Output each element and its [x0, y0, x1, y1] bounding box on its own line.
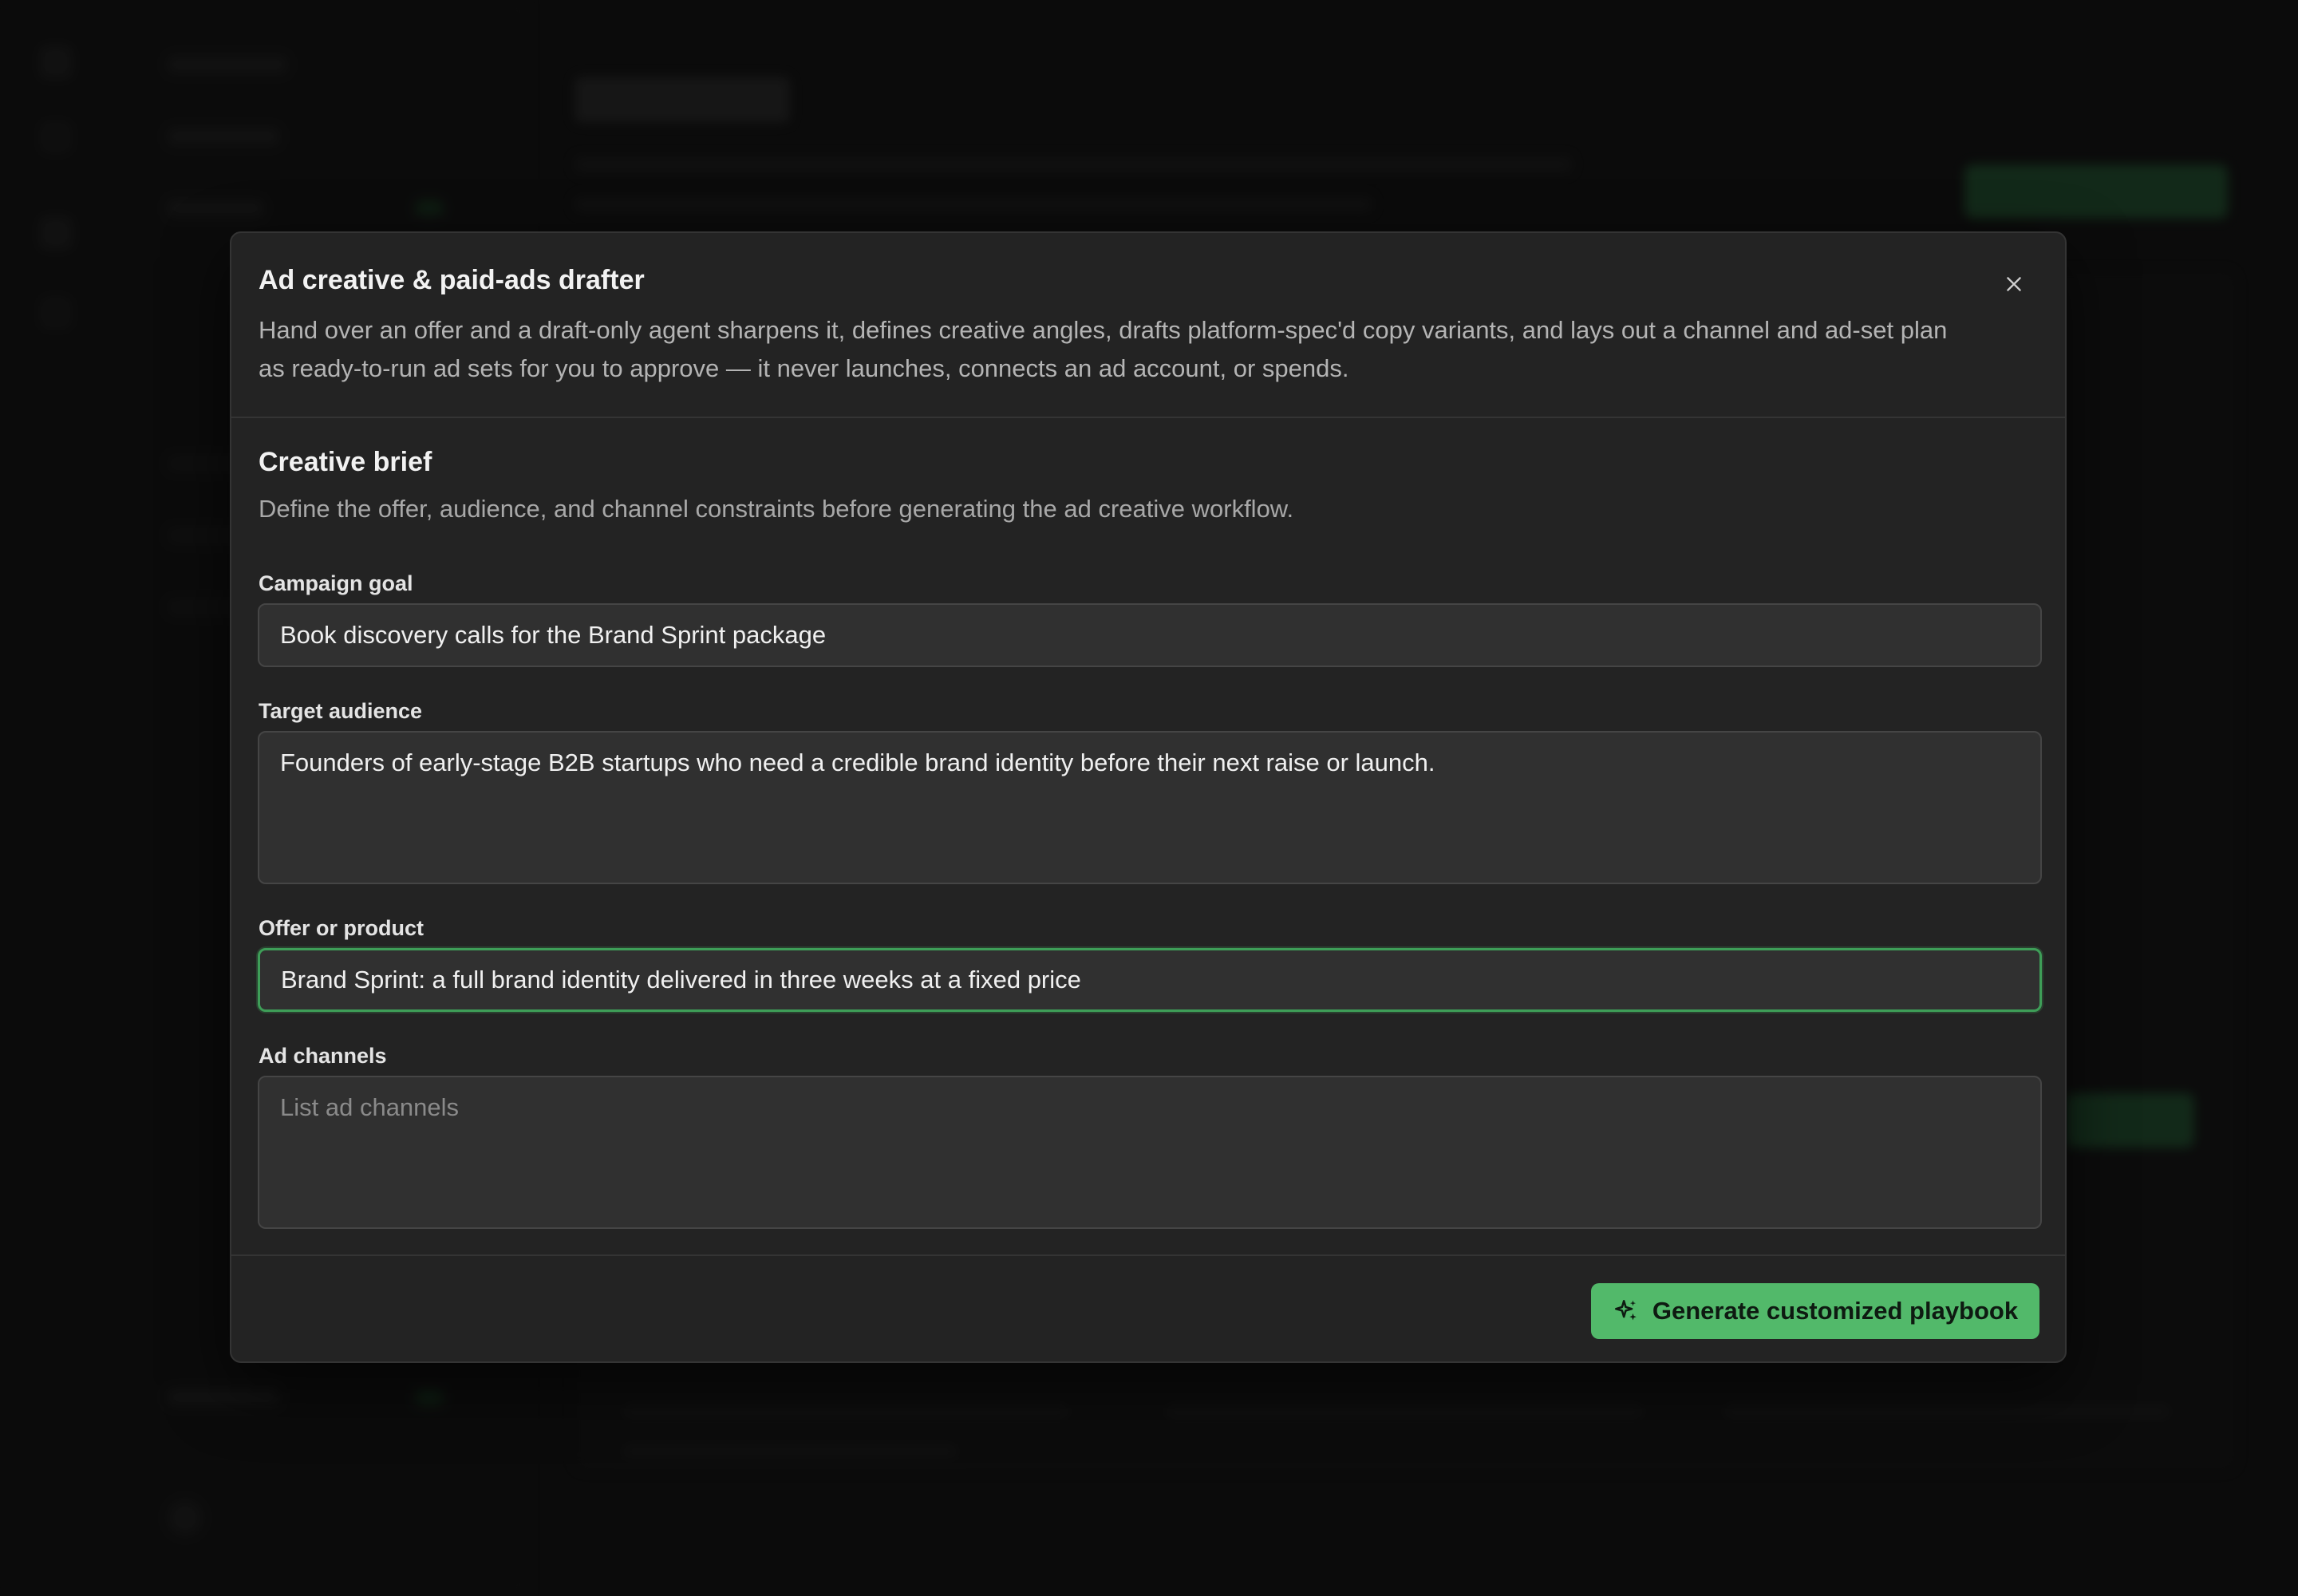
section-title: Creative brief — [259, 447, 432, 477]
target-audience-textarea[interactable]: Founders of early-stage B2B startups who… — [258, 731, 2042, 884]
playbook-dialog: Ad creative & paid-ads drafter Hand over… — [230, 231, 2067, 1363]
offer-label: Offer or product — [259, 916, 424, 940]
sparkles-icon — [1614, 1299, 1637, 1321]
campaign-goal-input[interactable]: Book discovery calls for the Brand Sprin… — [258, 603, 2042, 667]
ad-channels-textarea[interactable]: List ad channels — [258, 1076, 2042, 1229]
dialog-title: Ad creative & paid-ads drafter — [259, 265, 645, 295]
offer-input[interactable]: Brand Sprint: a full brand identity deli… — [258, 948, 2042, 1012]
section-description: Define the offer, audience, and channel … — [259, 495, 1294, 523]
close-icon — [2007, 277, 2021, 291]
ad-channels-label: Ad channels — [259, 1044, 387, 1068]
dialog-footer — [231, 1254, 2065, 1256]
ad-channels-placeholder: List ad channels — [280, 1093, 460, 1121]
dialog-description: Hand over an offer and a draft-only agen… — [259, 316, 1948, 382]
generate-playbook-button[interactable]: Generate customized playbook — [1591, 1283, 2039, 1339]
generate-playbook-label: Generate customized playbook — [1652, 1297, 2019, 1325]
campaign-goal-label: Campaign goal — [259, 571, 413, 595]
target-audience-label: Target audience — [259, 699, 423, 723]
dialog-header: Ad creative & paid-ads drafter Hand over… — [231, 233, 2065, 418]
close-button[interactable] — [1995, 265, 2033, 303]
